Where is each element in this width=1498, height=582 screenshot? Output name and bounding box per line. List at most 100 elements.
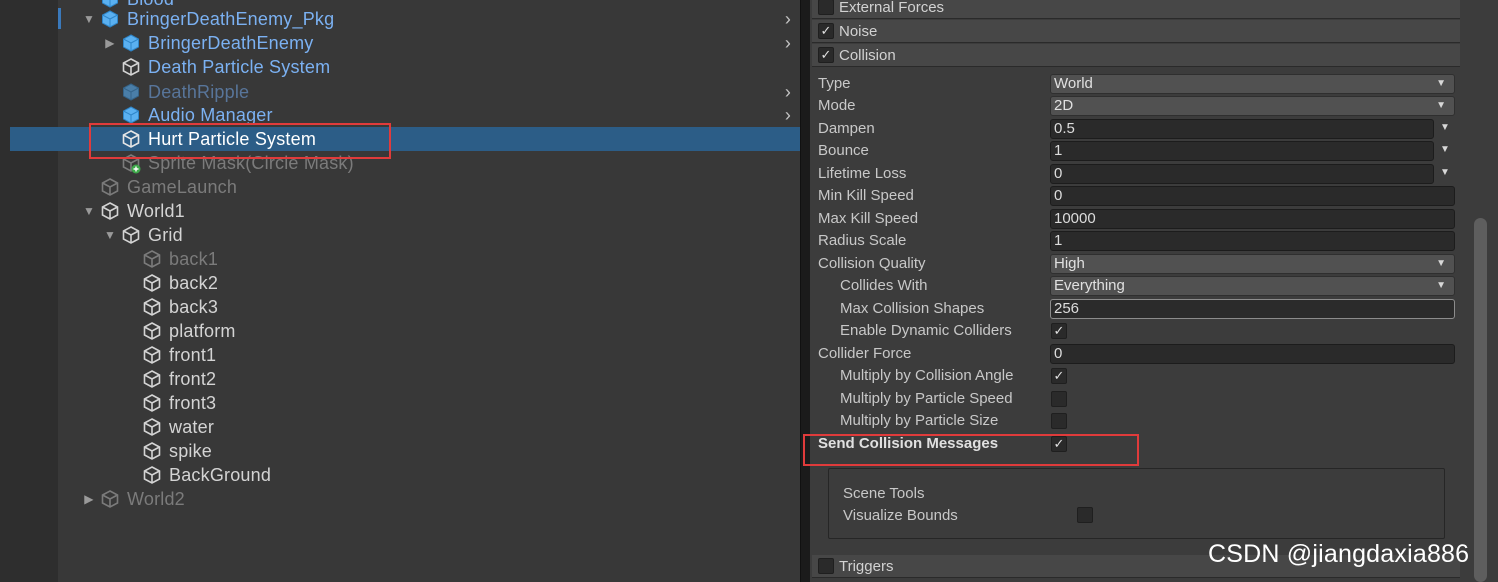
max-kill-speed-field[interactable]: 10000 (1050, 209, 1455, 229)
foldout-collapsed-icon[interactable]: ▶ (103, 31, 117, 55)
checkmark-icon[interactable]: ✓ (818, 23, 834, 39)
inspector-panel: External Forces ✓ Noise ✓ Collision Type… (803, 0, 1498, 582)
checkmark-icon[interactable]: ✓ (818, 47, 834, 63)
property-label: Max Kill Speed (818, 210, 919, 227)
foldout-collapsed-icon[interactable]: ▶ (82, 487, 96, 511)
chevron-right-icon[interactable]: › (780, 103, 796, 127)
hierarchy-item-sprite-mask[interactable]: Sprite Mask(Circle Mask) (0, 151, 800, 175)
module-header-label: External Forces (839, 0, 945, 16)
hierarchy-item-spike[interactable]: spike (0, 439, 800, 463)
lifetime-loss-field[interactable]: 0 (1050, 164, 1434, 184)
hierarchy-item-platform[interactable]: platform (0, 319, 800, 343)
visualize-bounds-checkbox[interactable] (1077, 507, 1093, 523)
hierarchy-item-water[interactable]: water (0, 415, 800, 439)
type-dropdown[interactable]: World ▼ (1050, 74, 1455, 94)
hierarchy-item-label: Grid (148, 225, 183, 245)
checkmark-icon[interactable]: ✓ (1051, 368, 1067, 384)
hierarchy-item-front2[interactable]: front2 (0, 367, 800, 391)
hierarchy-item-audio-manager[interactable]: Audio Manager › (0, 103, 800, 127)
hierarchy-item-background[interactable]: BackGround (0, 463, 800, 487)
property-radius-scale: Radius Scale 1 (810, 230, 1458, 252)
module-enable-checkbox[interactable] (818, 0, 834, 15)
gameobject-cube-icon (143, 370, 161, 388)
foldout-expanded-icon[interactable]: ▼ (82, 199, 96, 223)
checkmark-icon[interactable]: ✓ (1051, 323, 1067, 339)
module-header-external-forces[interactable]: External Forces (812, 0, 1460, 19)
foldout-expanded-icon[interactable]: ▼ (82, 7, 96, 31)
hierarchy-item-deathripple[interactable]: DeathRipple › (0, 80, 800, 104)
hierarchy-item-back3[interactable]: back3 (0, 295, 800, 319)
collision-quality-dropdown[interactable]: High ▼ (1050, 254, 1455, 274)
property-multiply-by-particle-size: Multiply by Particle Size (810, 410, 1458, 432)
hierarchy-item-label: BackGround (169, 465, 272, 485)
hierarchy-item-world1[interactable]: ▼ World1 (0, 199, 800, 223)
gameobject-cube-icon (143, 346, 161, 364)
hierarchy-item-back1[interactable]: back1 (0, 247, 800, 271)
hierarchy-item-gamelaunch[interactable]: GameLaunch (0, 175, 800, 199)
curve-mode-dropdown-icon[interactable]: ▼ (1440, 119, 1450, 137)
bounce-field[interactable]: 1 (1050, 141, 1434, 161)
dropdown-value: World (1054, 75, 1093, 92)
property-max-collision-shapes: Max Collision Shapes 256 (810, 298, 1458, 320)
max-collision-shapes-field[interactable]: 256 (1050, 299, 1455, 319)
hierarchy-item-bringerdeathenemy[interactable]: ▶ BringerDeathEnemy › (0, 31, 800, 55)
property-label: Mode (818, 97, 856, 114)
property-type: Type World ▼ (810, 73, 1458, 95)
property-collider-force: Collider Force 0 (810, 343, 1458, 365)
module-header-collision[interactable]: ✓ Collision (812, 44, 1460, 67)
dropdown-arrow-icon: ▼ (1436, 100, 1446, 111)
hierarchy-item-label: front1 (169, 345, 217, 365)
module-header-noise[interactable]: ✓ Noise (812, 20, 1460, 43)
hierarchy-item-label: Hurt Particle System (148, 129, 317, 149)
hierarchy-item-back2[interactable]: back2 (0, 271, 800, 295)
collides-with-dropdown[interactable]: Everything ▼ (1050, 276, 1455, 296)
curve-mode-dropdown-icon[interactable]: ▼ (1440, 141, 1450, 159)
dropdown-arrow-icon: ▼ (1436, 258, 1446, 269)
chevron-right-icon[interactable]: › (780, 80, 796, 104)
hierarchy-item-world2[interactable]: ▶ World2 (0, 487, 800, 511)
property-label: Min Kill Speed (818, 187, 914, 204)
gameobject-cube-icon (143, 250, 161, 268)
property-label: Collides With (840, 277, 928, 294)
gameobject-cube-icon (101, 202, 119, 220)
min-kill-speed-field[interactable]: 0 (1050, 186, 1455, 206)
gameobject-cube-icon (101, 490, 119, 508)
property-collides-with: Collides With Everything ▼ (810, 275, 1458, 297)
multiply-by-particle-speed-checkbox[interactable] (1051, 391, 1067, 407)
property-label: Radius Scale (818, 232, 907, 249)
chevron-right-icon[interactable]: › (780, 31, 796, 55)
property-enable-dynamic-colliders: Enable Dynamic Colliders ✓ (810, 320, 1458, 342)
inspector-scrollbar-thumb[interactable] (1474, 218, 1487, 582)
hierarchy-item-label: DeathRipple (148, 82, 250, 102)
module-enable-checkbox[interactable] (818, 558, 834, 574)
hierarchy-item-bringerdeathenemy-pkg[interactable]: ▼ BringerDeathEnemy_Pkg › (0, 7, 800, 31)
scene-tools-title: Scene Tools (843, 485, 925, 502)
dropdown-value: 2D (1054, 97, 1074, 114)
property-lifetime-loss: Lifetime Loss 0 ▼ (810, 163, 1458, 185)
mode-dropdown[interactable]: 2D ▼ (1050, 96, 1455, 116)
chevron-right-icon[interactable]: › (780, 7, 796, 31)
dropdown-value: High (1054, 255, 1085, 272)
property-min-kill-speed: Min Kill Speed 0 (810, 185, 1458, 207)
collider-force-field[interactable]: 0 (1050, 344, 1455, 364)
hierarchy-item-front1[interactable]: front1 (0, 343, 800, 367)
hierarchy-item-label: World1 (127, 201, 185, 221)
hierarchy-item-front3[interactable]: front3 (0, 391, 800, 415)
dampen-field[interactable]: 0.5 (1050, 119, 1434, 139)
foldout-expanded-icon[interactable]: ▼ (103, 223, 117, 247)
hierarchy-item-death-particle-system[interactable]: Death Particle System (0, 55, 800, 79)
property-label: Dampen (818, 120, 875, 137)
checkmark-icon[interactable]: ✓ (1051, 436, 1067, 452)
gameobject-cube-icon (122, 130, 140, 148)
property-label: Multiply by Particle Speed (840, 390, 1013, 407)
radius-scale-field[interactable]: 1 (1050, 231, 1455, 251)
curve-mode-dropdown-icon[interactable]: ▼ (1440, 164, 1450, 182)
multiply-by-particle-size-checkbox[interactable] (1051, 413, 1067, 429)
hierarchy-item-label: BringerDeathEnemy (148, 33, 314, 53)
hierarchy-item-hurt-particle-system[interactable]: Hurt Particle System (10, 127, 800, 151)
panel-divider[interactable] (800, 0, 810, 582)
hierarchy-item-grid[interactable]: ▼ Grid (0, 223, 800, 247)
scene-tools-box: Scene Tools Visualize Bounds (828, 468, 1445, 539)
property-max-kill-speed: Max Kill Speed 10000 (810, 208, 1458, 230)
property-dampen: Dampen 0.5 ▼ (810, 118, 1458, 140)
